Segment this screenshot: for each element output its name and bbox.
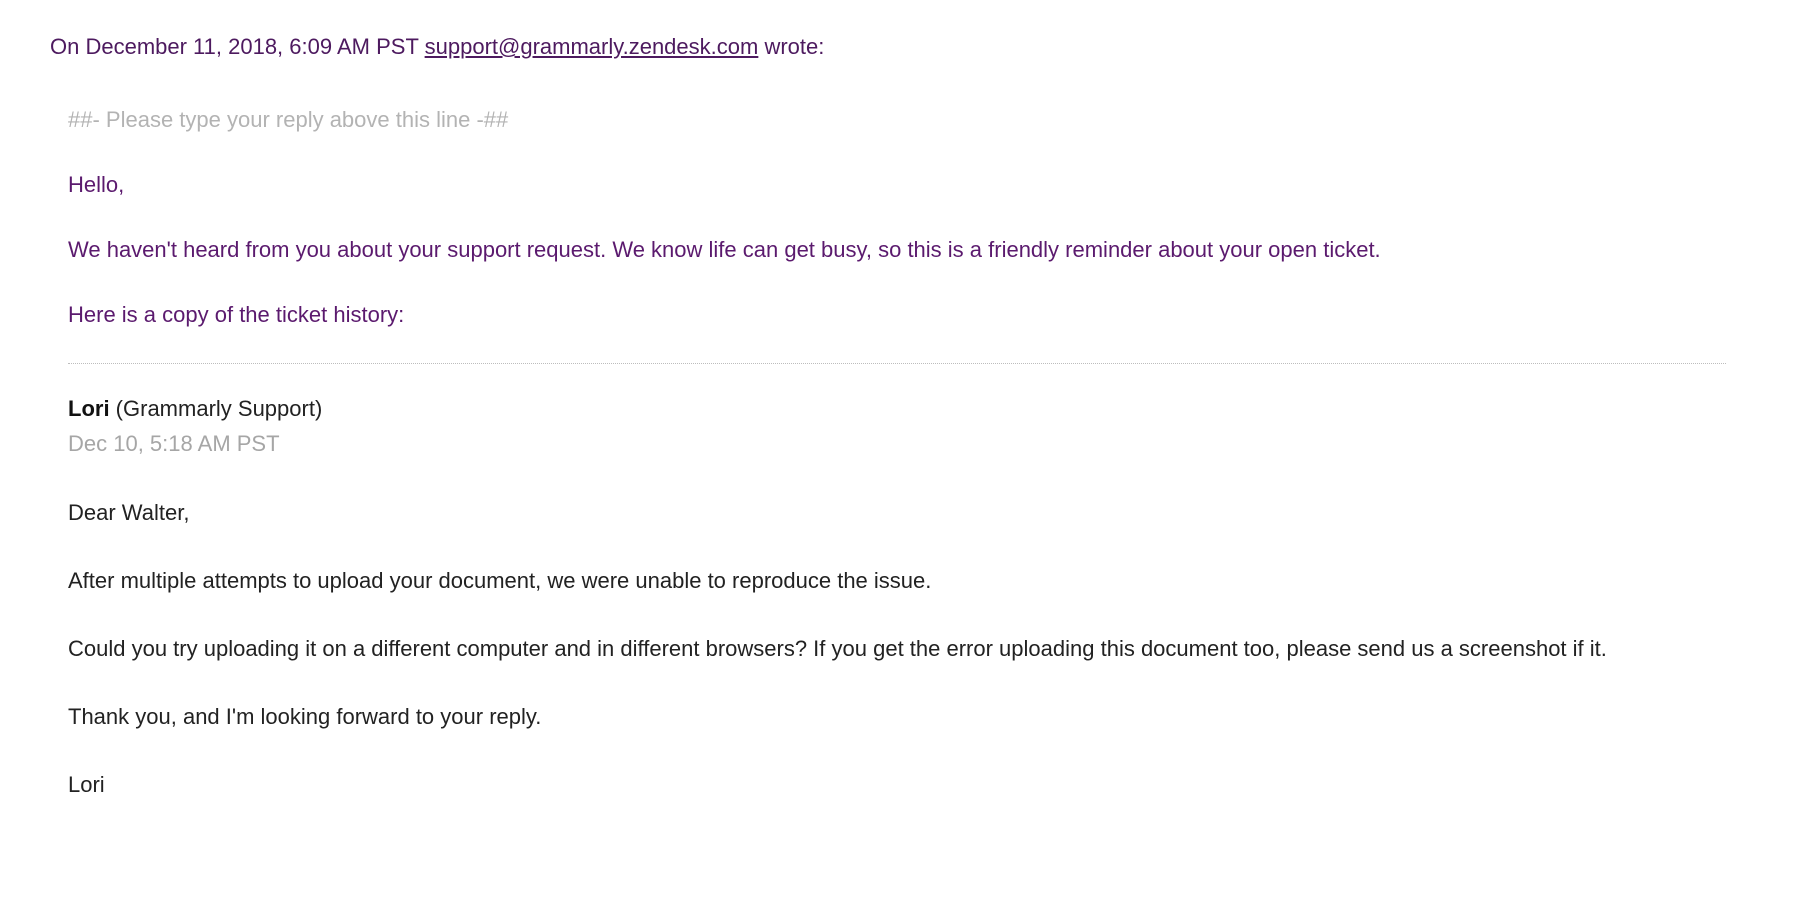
header-email-link[interactable]: support@grammarly.zendesk.com [425, 34, 759, 59]
ticket-paragraph-3: Thank you, and I'm looking forward to yo… [68, 700, 1744, 734]
header-suffix: wrote: [758, 34, 824, 59]
ticket-history-block: Lori (Grammarly Support) Dec 10, 5:18 AM… [68, 392, 1744, 802]
quoted-header: On December 11, 2018, 6:09 AM PST suppor… [50, 30, 1744, 63]
ticket-greeting: Dear Walter, [68, 496, 1744, 530]
ticket-author-name: Lori [68, 396, 110, 421]
ticket-paragraph-1: After multiple attempts to upload your d… [68, 564, 1744, 598]
ticket-body: Dear Walter, After multiple attempts to … [68, 496, 1744, 802]
intro-greeting: Hello, [68, 168, 1744, 201]
intro-block: Hello, We haven't heard from you about y… [68, 168, 1744, 331]
ticket-signoff: Lori [68, 768, 1744, 802]
ticket-author-org: (Grammarly Support) [110, 396, 323, 421]
intro-reminder: We haven't heard from you about your sup… [68, 233, 1744, 266]
intro-history-line: Here is a copy of the ticket history: [68, 298, 1744, 331]
ticket-author-line: Lori (Grammarly Support) [68, 392, 1744, 425]
reply-above-line-marker: ##- Please type your reply above this li… [68, 103, 1744, 136]
divider [68, 363, 1726, 364]
header-prefix: On December 11, 2018, 6:09 AM PST [50, 34, 425, 59]
ticket-author-time: Dec 10, 5:18 AM PST [68, 427, 1744, 460]
ticket-paragraph-2: Could you try uploading it on a differen… [68, 632, 1744, 666]
